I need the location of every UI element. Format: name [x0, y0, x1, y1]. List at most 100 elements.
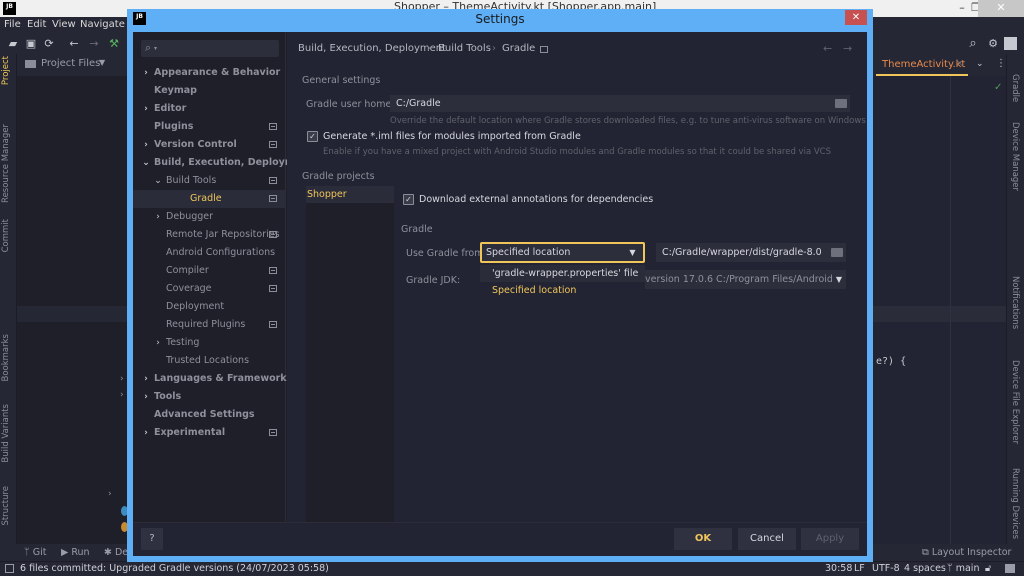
- settings-nav-item[interactable]: Gradle: [133, 190, 286, 208]
- tool-window-commit[interactable]: Commit: [1, 219, 11, 252]
- tree-expand-arrow[interactable]: ›: [108, 489, 112, 499]
- settings-nav-item[interactable]: Remote Jar Repositories: [133, 226, 286, 244]
- chevron-right-icon[interactable]: ›: [141, 100, 151, 118]
- caret-position[interactable]: 30:58: [825, 563, 852, 574]
- tool-window-structure[interactable]: Structure: [1, 486, 11, 526]
- window-close-button[interactable]: ✕: [978, 0, 1024, 17]
- settings-nav-item[interactable]: › Editor: [133, 100, 286, 118]
- memory-indicator-icon[interactable]: [1005, 564, 1015, 573]
- forward-navigation-icon[interactable]: →: [843, 42, 852, 55]
- project-view-selector[interactable]: Project Files: [41, 58, 100, 69]
- tool-debug[interactable]: ✱ De: [104, 547, 128, 558]
- lock-icon[interactable]: 🔓︎: [985, 563, 991, 574]
- chevron-down-icon[interactable]: ▼: [622, 244, 643, 261]
- search-options-chevron-icon[interactable]: ▾: [154, 45, 157, 52]
- menu-file[interactable]: File: [4, 19, 21, 30]
- settings-nav-item[interactable]: Advanced Settings: [133, 406, 286, 424]
- tool-run[interactable]: ▶ Run: [61, 547, 90, 558]
- apply-button[interactable]: Apply: [801, 528, 859, 550]
- generate-iml-checkbox[interactable]: ✓: [307, 131, 318, 142]
- menu-edit[interactable]: Edit: [27, 19, 46, 30]
- breadcrumb-item[interactable]: Build, Execution, Deployment: [298, 43, 446, 54]
- settings-nav-item[interactable]: › Appearance & Behavior: [133, 64, 286, 82]
- back-navigation-icon[interactable]: ←: [823, 42, 832, 55]
- forward-arrow-icon[interactable]: →: [87, 37, 101, 51]
- avatar-icon[interactable]: [1004, 37, 1017, 50]
- settings-nav-item[interactable]: Trusted Locations: [133, 352, 286, 370]
- settings-nav-item[interactable]: Required Plugins: [133, 316, 286, 334]
- chevron-right-icon[interactable]: ›: [153, 334, 163, 352]
- search-icon[interactable]: ⌕: [966, 37, 980, 51]
- back-arrow-icon[interactable]: ←: [67, 37, 81, 51]
- settings-nav-item[interactable]: › Testing: [133, 334, 286, 352]
- tree-expand-arrow[interactable]: ›: [120, 390, 124, 400]
- cancel-button[interactable]: Cancel: [738, 528, 796, 550]
- gradle-project-item[interactable]: Shopper: [306, 186, 394, 203]
- indent-setting[interactable]: 4 spaces: [904, 563, 946, 574]
- generate-iml-label[interactable]: Generate *.iml files for modules importe…: [323, 131, 581, 142]
- tool-window-build-variants[interactable]: Build Variants: [1, 404, 11, 463]
- git-branch-widget[interactable]: ᛘ main: [947, 563, 979, 574]
- settings-nav-item[interactable]: Coverage: [133, 280, 286, 298]
- sync-icon[interactable]: ⟳: [42, 37, 56, 51]
- ok-button[interactable]: OK: [674, 528, 732, 550]
- tool-window-notifications[interactable]: Notifications: [1010, 276, 1020, 329]
- chevron-right-icon[interactable]: ›: [153, 208, 163, 226]
- menu-navigate[interactable]: Navigate: [80, 19, 125, 30]
- use-gradle-from-dropdown[interactable]: Specified location ▼: [480, 242, 645, 263]
- settings-nav-item[interactable]: › Tools: [133, 388, 286, 406]
- browse-folder-icon[interactable]: [831, 248, 843, 257]
- chevron-down-icon[interactable]: ▼: [99, 58, 105, 67]
- settings-nav-item[interactable]: › Experimental: [133, 424, 286, 442]
- tool-window-project[interactable]: Project: [1, 56, 11, 85]
- menu-view[interactable]: View: [52, 19, 76, 30]
- tool-window-gradle[interactable]: Gradle: [1010, 74, 1020, 102]
- tool-window-bookmarks[interactable]: Bookmarks: [1, 334, 11, 382]
- chevron-down-icon[interactable]: ⌄: [976, 59, 984, 69]
- build-hammer-icon[interactable]: ⚒: [107, 37, 121, 51]
- file-encoding[interactable]: UTF-8: [872, 563, 900, 574]
- chevron-down-icon[interactable]: ⌄: [153, 172, 163, 190]
- help-button[interactable]: ?: [141, 528, 163, 550]
- settings-nav-item[interactable]: Compiler: [133, 262, 286, 280]
- settings-nav-item[interactable]: ⌄ Build, Execution, Deployment: [133, 154, 312, 172]
- chevron-right-icon[interactable]: ›: [141, 64, 151, 82]
- breadcrumb-item[interactable]: Build Tools: [438, 43, 491, 54]
- chevron-down-icon[interactable]: ▼: [832, 273, 846, 287]
- tool-window-resource-manager[interactable]: Resource Manager: [1, 124, 11, 203]
- more-options-icon[interactable]: ⋮: [996, 58, 1006, 69]
- download-annotations-checkbox[interactable]: ✓: [403, 194, 414, 205]
- tab-close-icon[interactable]: ×: [956, 59, 964, 69]
- settings-nav-item[interactable]: Plugins: [133, 118, 286, 136]
- settings-nav-item[interactable]: › Languages & Frameworks: [133, 370, 292, 388]
- settings-search-input[interactable]: ⌕ ▾: [141, 40, 279, 57]
- tool-window-running-devices[interactable]: Running Devices: [1010, 468, 1020, 539]
- gear-icon[interactable]: ⚙: [986, 37, 1000, 51]
- option-specified-location[interactable]: Specified location: [480, 282, 645, 299]
- chevron-right-icon[interactable]: ›: [141, 424, 151, 442]
- chevron-right-icon[interactable]: ›: [141, 370, 151, 388]
- save-icon[interactable]: ▣: [24, 37, 38, 51]
- settings-nav-item[interactable]: › Debugger: [133, 208, 286, 226]
- chevron-down-icon[interactable]: ⌄: [141, 154, 151, 172]
- tool-layout-inspector[interactable]: ⧉ Layout Inspector: [922, 547, 1011, 558]
- settings-nav-item[interactable]: ⌄ Build Tools: [133, 172, 286, 190]
- dialog-close-button[interactable]: ✕: [845, 10, 867, 25]
- download-annotations-label[interactable]: Download external annotations for depend…: [419, 194, 653, 205]
- gradle-location-input[interactable]: C:/Gradle/wrapper/dist/gradle-8.0: [656, 243, 846, 262]
- open-folder-icon[interactable]: ▰: [6, 37, 20, 51]
- tree-expand-arrow[interactable]: ›: [120, 374, 124, 384]
- code-editor[interactable]: ✓ e?) {: [872, 76, 1006, 544]
- chevron-right-icon[interactable]: ›: [141, 388, 151, 406]
- dialog-title-bar[interactable]: JB Settings ✕: [127, 9, 873, 31]
- settings-nav-item[interactable]: Android Configurations: [133, 244, 286, 262]
- line-ending[interactable]: LF: [854, 563, 865, 574]
- chevron-right-icon[interactable]: ›: [141, 136, 151, 154]
- editor-tab-theme-activity[interactable]: ThemeActivity.kt: [882, 59, 965, 70]
- settings-nav-item[interactable]: Keymap: [133, 82, 286, 100]
- tool-git[interactable]: ᛘ Git: [24, 547, 46, 558]
- status-message[interactable]: 6 files committed: Upgraded Gradle versi…: [20, 563, 329, 574]
- tool-window-device-manager[interactable]: Device Manager: [1010, 122, 1020, 191]
- toggle-tool-windows-icon[interactable]: [5, 564, 14, 573]
- gradle-user-home-input[interactable]: C:/Gradle: [390, 95, 850, 112]
